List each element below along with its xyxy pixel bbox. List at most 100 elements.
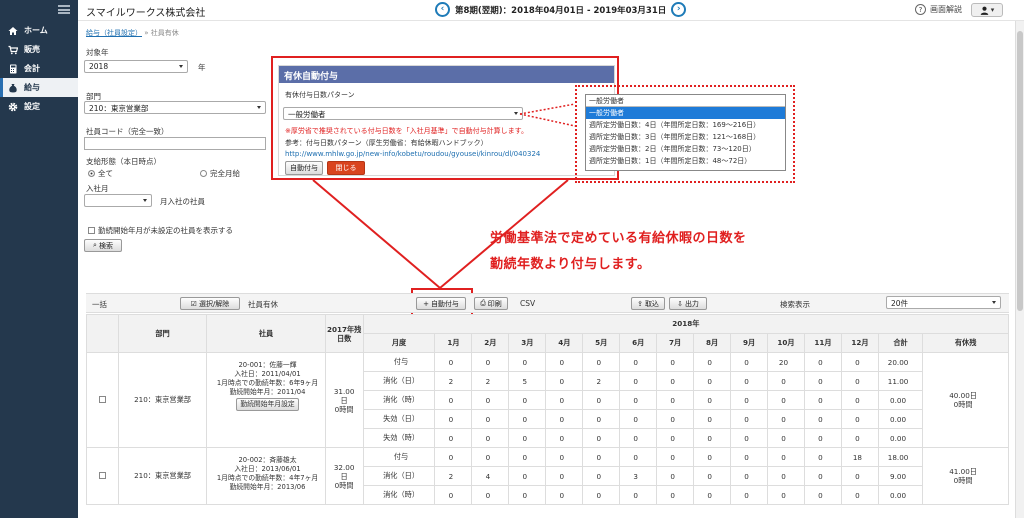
value-cell[interactable]: 0 bbox=[545, 447, 584, 467]
value-cell[interactable]: 0 bbox=[471, 390, 510, 410]
row-checkbox[interactable] bbox=[98, 395, 106, 403]
value-cell[interactable]: 0 bbox=[434, 352, 473, 372]
dropdown-option[interactable]: 週所定労働日数：2日（年間所定日数：73〜120日） bbox=[586, 143, 785, 155]
value-cell[interactable]: 0 bbox=[730, 485, 769, 505]
value-cell[interactable]: 0 bbox=[508, 485, 547, 505]
sidebar-item-payroll[interactable]: 給与 bbox=[0, 78, 78, 97]
value-cell[interactable]: 0 bbox=[508, 466, 547, 486]
value-cell[interactable]: 0 bbox=[619, 428, 658, 448]
value-cell[interactable]: 0 bbox=[840, 485, 879, 505]
value-cell[interactable]: 0 bbox=[471, 428, 510, 448]
value-cell[interactable]: 0 bbox=[545, 466, 584, 486]
row-checkbox[interactable] bbox=[98, 471, 106, 479]
value-cell[interactable]: 20 bbox=[767, 352, 805, 372]
value-cell[interactable]: 3 bbox=[619, 466, 658, 486]
value-cell[interactable]: 0 bbox=[656, 390, 695, 410]
value-cell[interactable]: 0 bbox=[803, 352, 842, 372]
value-cell[interactable]: 0 bbox=[656, 447, 695, 467]
value-cell[interactable]: 0 bbox=[619, 485, 658, 505]
sidebar-item-sales[interactable]: 販売 bbox=[0, 40, 78, 59]
value-cell[interactable]: 0 bbox=[693, 371, 732, 391]
value-cell[interactable]: 0 bbox=[471, 447, 510, 467]
sidebar-item-home[interactable]: ホーム bbox=[0, 21, 78, 40]
auto-grant-button[interactable]: + 自動付与 bbox=[416, 297, 466, 310]
value-cell[interactable]: 0 bbox=[582, 466, 621, 486]
sidebar-item-accounting[interactable]: 会計 bbox=[0, 59, 78, 78]
value-cell[interactable]: 0 bbox=[656, 428, 695, 448]
value-cell[interactable]: 0 bbox=[730, 390, 769, 410]
value-cell[interactable]: 0 bbox=[434, 485, 473, 505]
value-cell[interactable]: 0 bbox=[434, 390, 473, 410]
value-cell[interactable]: 0 bbox=[545, 390, 584, 410]
value-cell[interactable]: 0 bbox=[693, 352, 732, 372]
value-cell[interactable]: 0 bbox=[693, 447, 732, 467]
value-cell[interactable]: 0 bbox=[508, 428, 547, 448]
value-cell[interactable]: 0 bbox=[767, 371, 805, 391]
value-cell[interactable]: 0 bbox=[582, 409, 621, 429]
value-cell[interactable]: 0 bbox=[619, 409, 658, 429]
value-cell[interactable]: 0 bbox=[656, 409, 695, 429]
pay-monthly-radio[interactable]: 完全月給 bbox=[200, 168, 240, 179]
menu-toggle-icon[interactable] bbox=[58, 5, 70, 14]
value-cell[interactable]: 0 bbox=[582, 390, 621, 410]
value-cell[interactable]: 0 bbox=[582, 447, 621, 467]
employee-code-input[interactable] bbox=[84, 137, 266, 150]
value-cell[interactable]: 0 bbox=[767, 466, 805, 486]
dropdown-option[interactable]: 週所定労働日数：1日（年間所定日数：48〜72日） bbox=[586, 155, 785, 167]
value-cell[interactable]: 0 bbox=[545, 352, 584, 372]
value-cell[interactable]: 0 bbox=[767, 409, 805, 429]
value-cell[interactable]: 0 bbox=[803, 466, 842, 486]
help-link[interactable]: ? 画面解説 bbox=[915, 4, 962, 15]
value-cell[interactable]: 0 bbox=[693, 390, 732, 410]
value-cell[interactable]: 0 bbox=[471, 352, 510, 372]
value-cell[interactable]: 0 bbox=[545, 485, 584, 505]
value-cell[interactable]: 0 bbox=[471, 485, 510, 505]
value-cell[interactable]: 2 bbox=[471, 371, 510, 391]
set-start-month-button[interactable]: 勤続開始年月設定 bbox=[236, 398, 299, 411]
breadcrumb-link[interactable]: 給与（社員設定） bbox=[86, 29, 142, 37]
select-clear-button[interactable]: ☑ 選択/解除 bbox=[180, 297, 240, 310]
value-cell[interactable]: 0 bbox=[619, 371, 658, 391]
value-cell[interactable]: 0 bbox=[656, 371, 695, 391]
value-cell[interactable]: 0 bbox=[840, 352, 879, 372]
value-cell[interactable]: 0 bbox=[767, 390, 805, 410]
value-cell[interactable]: 0 bbox=[434, 447, 473, 467]
next-period-icon[interactable]: › bbox=[671, 2, 687, 17]
value-cell[interactable]: 0 bbox=[730, 428, 769, 448]
value-cell[interactable]: 0 bbox=[803, 447, 842, 467]
page-scrollbar[interactable] bbox=[1015, 21, 1024, 518]
value-cell[interactable]: 0 bbox=[693, 428, 732, 448]
dropdown-option[interactable]: 一般労働者 bbox=[586, 107, 785, 119]
sidebar-item-settings[interactable]: 設定 bbox=[0, 97, 78, 116]
value-cell[interactable]: 0 bbox=[730, 466, 769, 486]
value-cell[interactable]: 0 bbox=[545, 371, 584, 391]
value-cell[interactable]: 0 bbox=[656, 352, 695, 372]
dept-select[interactable]: 210：東京営業部 bbox=[84, 101, 266, 114]
value-cell[interactable]: 18 bbox=[840, 447, 879, 467]
value-cell[interactable]: 0 bbox=[730, 371, 769, 391]
prev-period-icon[interactable]: ‹ bbox=[435, 2, 450, 17]
value-cell[interactable]: 0 bbox=[693, 466, 732, 486]
print-button[interactable]: ⎙ 印刷 bbox=[474, 297, 508, 310]
unset-start-checkbox[interactable]: 勤続開始年月が未設定の社員を表示する bbox=[88, 225, 233, 236]
user-menu-button[interactable]: ▾ bbox=[971, 3, 1003, 17]
value-cell[interactable]: 0 bbox=[730, 352, 769, 372]
value-cell[interactable]: 2 bbox=[434, 466, 473, 486]
value-cell[interactable]: 0 bbox=[619, 390, 658, 410]
value-cell[interactable]: 0 bbox=[840, 409, 879, 429]
value-cell[interactable]: 0 bbox=[803, 428, 842, 448]
dropdown-option[interactable]: 週所定労働日数：4日（年間所定日数：169〜216日） bbox=[586, 119, 785, 131]
join-month-select[interactable] bbox=[84, 194, 152, 207]
value-cell[interactable]: 0 bbox=[803, 371, 842, 391]
value-cell[interactable]: 0 bbox=[619, 352, 658, 372]
value-cell[interactable]: 0 bbox=[619, 447, 658, 467]
year-select[interactable]: 2018 bbox=[84, 60, 188, 73]
value-cell[interactable]: 0 bbox=[840, 466, 879, 486]
value-cell[interactable]: 0 bbox=[508, 352, 547, 372]
search-button[interactable]: ⌕ 検索 bbox=[84, 239, 122, 252]
value-cell[interactable]: 0 bbox=[582, 352, 621, 372]
value-cell[interactable]: 0 bbox=[767, 447, 805, 467]
value-cell[interactable]: 0 bbox=[434, 409, 473, 429]
value-cell[interactable]: 0 bbox=[582, 428, 621, 448]
export-button[interactable]: ⇩ 出力 bbox=[669, 297, 707, 310]
